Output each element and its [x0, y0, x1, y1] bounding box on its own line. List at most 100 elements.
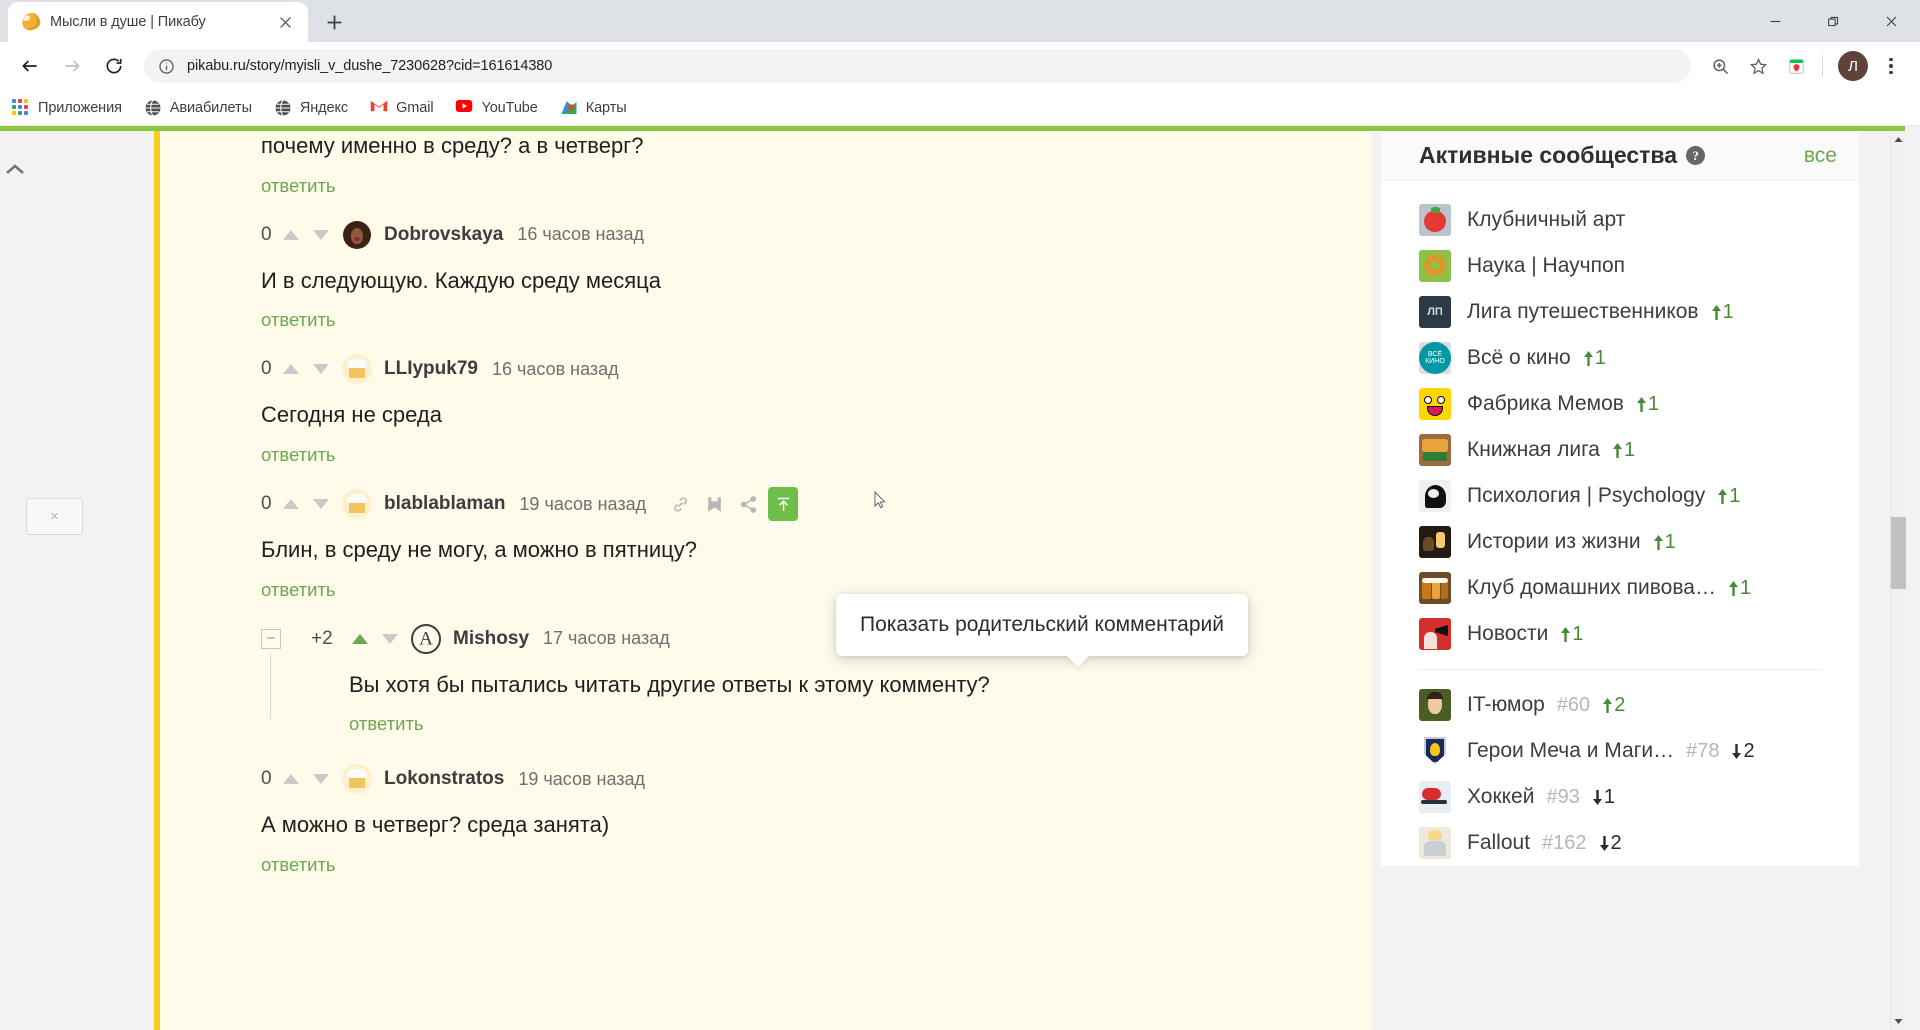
community-name: Новости [1467, 622, 1549, 645]
comment-header: 0 Dobrovskaya 16 часов назад [261, 215, 1332, 255]
scrollbar-down-arrow[interactable] [1891, 1013, 1906, 1030]
question-mark-icon[interactable]: ? [1686, 146, 1706, 165]
reply-link[interactable]: ответить [261, 840, 336, 876]
bookmark-gmail[interactable]: Gmail [370, 99, 434, 117]
comment-username[interactable]: blablablaman [384, 493, 505, 515]
community-item[interactable]: ЛП Лига путешественников 1 [1381, 289, 1859, 335]
avatar[interactable] [342, 354, 372, 385]
comment-time: 19 часов назад [518, 768, 646, 789]
star-icon[interactable] [1741, 49, 1775, 83]
community-item[interactable]: Фабрика Мемов 1 [1381, 381, 1859, 427]
sidebar-divider [1419, 669, 1821, 670]
save-icon[interactable] [700, 490, 728, 518]
community-name: Фабрика Мемов [1467, 392, 1624, 415]
upvote-button[interactable] [276, 764, 306, 794]
new-tab-button[interactable] [318, 6, 350, 38]
community-item[interactable]: Клуб домашних пивова… 1 [1381, 565, 1859, 611]
reply-link[interactable]: ответить [261, 161, 336, 197]
minimize-button[interactable] [1746, 0, 1804, 42]
avatar[interactable]: A [411, 623, 441, 654]
bookmarks-bar: Приложения Авиабилеты Яндекс Gmail YouTu… [0, 90, 1920, 126]
downvote-button[interactable] [306, 354, 336, 384]
rank-up-icon: 1 [1612, 439, 1635, 462]
community-item[interactable]: Хоккей #93 1 [1381, 774, 1859, 820]
comment-username[interactable]: Lokonstratos [384, 768, 504, 790]
page-scrollbar[interactable] [1890, 131, 1906, 1030]
comment-time: 19 часов назад [519, 493, 647, 514]
mouse-cursor-icon [874, 490, 886, 509]
rank-up-icon: 1 [1653, 531, 1676, 554]
close-window-button[interactable] [1862, 0, 1920, 42]
comment-item: 0 Lokonstratos 19 часов назад А можно в … [261, 759, 1332, 876]
community-item[interactable]: Наука | Научпоп [1381, 243, 1859, 289]
community-item[interactable]: Истории из жизни 1 [1381, 519, 1859, 565]
meme-face-icon [1419, 388, 1451, 420]
avatar[interactable] [342, 219, 372, 250]
zoom-in-icon[interactable] [1703, 49, 1737, 83]
chevron-up-icon[interactable] [4, 161, 26, 182]
reload-button[interactable] [96, 48, 132, 84]
three-dot-menu-icon[interactable] [1874, 49, 1908, 83]
community-item[interactable]: Книжная лига 1 [1381, 427, 1859, 473]
downvote-button[interactable] [306, 220, 336, 250]
bookmark-yandex[interactable]: Яндекс [274, 99, 348, 117]
bookmark-apps[interactable]: Приложения [12, 98, 122, 117]
community-rank: #93 [1546, 785, 1580, 808]
restore-button[interactable] [1804, 0, 1862, 42]
extension-icon[interactable] [1779, 49, 1813, 83]
community-rank: #78 [1686, 739, 1720, 762]
community-item[interactable]: Герои Меча и Маги… #78 2 [1381, 728, 1859, 774]
profile-avatar[interactable]: Л [1838, 51, 1868, 81]
youtube-icon [455, 99, 473, 117]
reply-link[interactable]: ответить [349, 699, 424, 735]
travel-icon: ЛП [1419, 296, 1451, 328]
community-item[interactable]: Психология | Psychology 1 [1381, 473, 1859, 519]
shield-icon [1419, 735, 1451, 767]
link-icon[interactable] [666, 490, 694, 518]
ad-close-button[interactable]: × [26, 498, 83, 535]
downvote-button[interactable] [306, 489, 336, 519]
downvote-button[interactable] [306, 764, 336, 794]
upvote-button[interactable] [276, 489, 306, 519]
scrollbar-thumb[interactable] [1891, 517, 1906, 589]
community-item[interactable]: Клубничный арт [1381, 197, 1859, 243]
rank-up-icon: 1 [1711, 301, 1734, 324]
page-info-icon[interactable] [158, 58, 175, 75]
forward-button[interactable] [54, 48, 90, 84]
address-bar[interactable]: pikabu.ru/story/myisli_v_dushe_7230628?c… [144, 49, 1691, 83]
community-item[interactable]: Новости 1 [1381, 611, 1859, 657]
comment-username[interactable]: Dobrovskaya [384, 224, 503, 246]
close-icon[interactable] [272, 9, 298, 35]
downvote-button[interactable] [375, 624, 405, 654]
share-icon[interactable] [734, 490, 762, 518]
bookmark-maps[interactable]: Карты [560, 99, 627, 117]
back-button[interactable] [12, 48, 48, 84]
community-item[interactable]: IT-юмор #60 2 [1381, 682, 1859, 728]
bookmark-aviabilety[interactable]: Авиабилеты [144, 99, 252, 117]
comment-username[interactable]: LLIypuk79 [384, 358, 478, 380]
community-item[interactable]: ВСЁ КИНО Всё о кино 1 [1381, 335, 1859, 381]
comment-username[interactable]: Mishosy [453, 628, 529, 650]
community-item[interactable]: Fallout #162 2 [1381, 820, 1859, 866]
avatar[interactable] [342, 489, 372, 520]
community-name: Всё о кино [1467, 346, 1571, 369]
reply-link[interactable]: ответить [261, 295, 336, 331]
bookmark-youtube[interactable]: YouTube [455, 99, 538, 117]
browser-window: Мысли в душе | Пикабу pikabu.ru/story/my… [0, 0, 1920, 1030]
reply-link[interactable]: ответить [261, 565, 336, 601]
reply-link[interactable]: ответить [261, 430, 336, 466]
comment-time: 16 часов назад [491, 358, 619, 379]
collapse-thread-button[interactable]: − [261, 628, 281, 649]
upvote-button[interactable] [276, 220, 306, 250]
see-all-link[interactable]: все [1804, 144, 1837, 168]
show-parent-icon[interactable] [768, 487, 799, 522]
gmail-icon [370, 99, 388, 117]
upvote-button[interactable] [276, 354, 306, 384]
scrollbar-up-arrow[interactable] [1891, 131, 1906, 148]
browser-tab[interactable]: Мысли в душе | Пикабу [8, 2, 308, 42]
upvote-button[interactable] [345, 624, 375, 654]
rank-down-icon: 2 [1599, 832, 1622, 855]
page-body: × почему именно в среду? а в четверг? от… [0, 131, 1906, 1030]
comment-header: 0 blablablaman 19 часов назад [261, 484, 1332, 524]
avatar[interactable] [342, 764, 372, 795]
